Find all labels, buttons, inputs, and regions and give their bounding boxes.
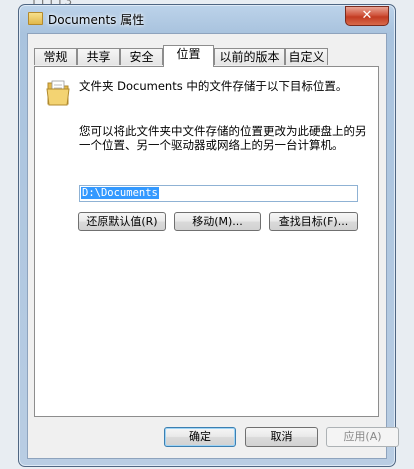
tab-customize[interactable]: 自定义 xyxy=(285,48,328,65)
close-button[interactable]: ✕ xyxy=(345,6,389,26)
tab-location[interactable]: 位置 xyxy=(163,45,214,67)
tab-security[interactable]: 安全 xyxy=(120,48,163,65)
properties-dialog: Documents 属性 ✕ 常规 共享 安全 位置 以前的版本 自定义 文件夹… xyxy=(18,4,399,467)
restore-default-button[interactable]: 还原默认值(R) xyxy=(78,212,166,231)
folder-title-icon xyxy=(28,12,43,25)
window-title: Documents 属性 xyxy=(48,13,145,27)
location-panel: 文件夹 Documents 中的文件存储于以下目标位置。 您可以将此文件夹中文件… xyxy=(34,66,379,417)
move-button[interactable]: 移动(M)... xyxy=(174,212,261,231)
cancel-button[interactable]: 取消 xyxy=(245,427,318,447)
folder-icon xyxy=(46,80,70,106)
location-description: 文件夹 Documents 中的文件存储于以下目标位置。 xyxy=(79,79,348,93)
apply-button[interactable]: 应用(A) xyxy=(326,427,399,447)
ok-button[interactable]: 确定 xyxy=(164,427,236,447)
path-value: D:\Documents xyxy=(81,187,159,199)
tab-general[interactable]: 常规 xyxy=(34,48,77,65)
dialog-client: 常规 共享 安全 位置 以前的版本 自定义 文件夹 Documents 中的文件… xyxy=(27,33,399,459)
path-input[interactable]: D:\Documents xyxy=(79,185,358,202)
location-help-text: 您可以将此文件夹中文件存储的位置更改为此硬盘上的另一个位置、另一个驱动器或网络上… xyxy=(79,124,367,152)
tab-sharing[interactable]: 共享 xyxy=(77,48,120,65)
find-target-button[interactable]: 查找目标(F)... xyxy=(269,212,358,231)
tab-previous-versions[interactable]: 以前的版本 xyxy=(214,48,285,65)
tab-bar: 常规 共享 安全 位置 以前的版本 自定义 xyxy=(34,45,374,67)
title-bar[interactable]: Documents 属性 ✕ xyxy=(19,5,395,33)
